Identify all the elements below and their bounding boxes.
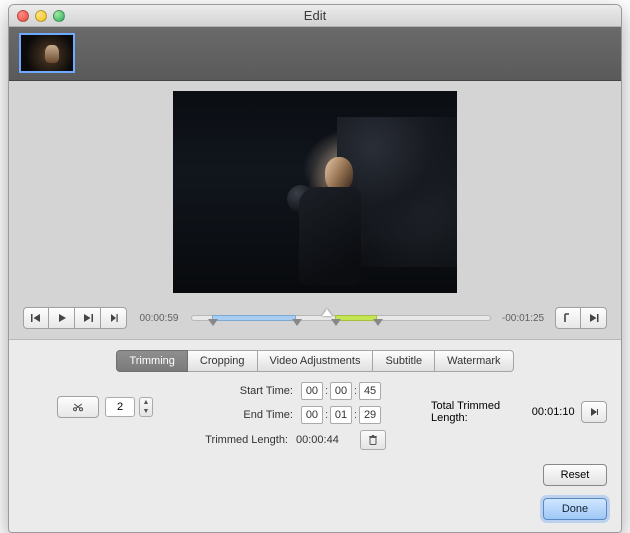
mark-buttons [555,307,607,329]
end-time-label: End Time: [203,409,293,421]
done-button[interactable]: Done [543,498,607,520]
end-time-input[interactable]: 00: 01: 29 [301,406,381,424]
trim-segment-1[interactable] [212,315,296,321]
cut-button[interactable] [57,396,99,418]
segment-controls: 2 ▲▼ [23,382,153,418]
play-button[interactable] [49,307,75,329]
segment-stepper[interactable]: 2 ▲▼ [105,397,153,417]
trim-handle[interactable] [293,310,303,326]
start-time-input[interactable]: 00: 00: 45 [301,382,381,400]
tabs: TrimmingCroppingVideo AdjustmentsSubtitl… [23,350,607,372]
close-icon[interactable] [17,10,29,22]
scene-figure [291,155,369,285]
time-fields: Start Time: 00: 00: 45 End Time: 00: 01:… [161,382,423,456]
step-button[interactable] [101,307,127,329]
mark-out-button[interactable] [581,307,607,329]
trimmed-length-value: 00:00:44 [296,434,352,446]
tab-subtitle[interactable]: Subtitle [373,350,435,372]
timeline[interactable] [191,310,491,326]
trimming-panel: 2 ▲▼ Start Time: 00: 00: 45 End Time: [23,382,607,456]
trimmed-length-label: Trimmed Length: [198,434,288,446]
next-button[interactable] [75,307,101,329]
prev-button[interactable] [23,307,49,329]
settings-panel: TrimmingCroppingVideo AdjustmentsSubtitl… [9,340,621,532]
total-trimmed: Total Trimmed Length: 00:01:10 [431,382,607,424]
window-title: Edit [9,8,621,23]
titlebar: Edit [9,5,621,27]
trim-handle[interactable] [374,310,384,326]
video-frame [173,91,457,293]
minimize-icon[interactable] [35,10,47,22]
video-preview[interactable] [173,91,457,293]
tab-watermark[interactable]: Watermark [435,350,513,372]
window-controls [17,10,65,22]
clip-thumbnail[interactable] [19,33,75,73]
stepper-arrows-icon[interactable]: ▲▼ [139,397,153,417]
current-time: 00:00:59 [133,313,185,324]
transport-row: 00:00:59 -00:01:25 [23,307,607,329]
total-trimmed-label: Total Trimmed Length: [431,400,526,424]
tab-video-adjustments[interactable]: Video Adjustments [258,350,374,372]
preview-wrap [23,91,607,301]
zoom-icon[interactable] [53,10,65,22]
total-trimmed-value: 00:01:10 [532,406,575,418]
mark-in-button[interactable] [555,307,581,329]
edit-window: Edit [8,4,622,533]
tab-trimming[interactable]: Trimming [116,350,187,372]
delete-segment-button[interactable] [360,430,386,450]
trim-handle[interactable] [332,310,342,326]
tab-cropping[interactable]: Cropping [188,350,258,372]
reset-button[interactable]: Reset [543,464,607,486]
segment-count: 2 [105,397,135,417]
clip-thumbstrip [9,27,621,81]
trim-handle[interactable] [209,310,219,326]
dialog-buttons: Reset [23,456,607,486]
preview-trim-button[interactable] [581,401,607,423]
start-time-label: Start Time: [203,385,293,397]
transport-buttons [23,307,127,329]
preview-area: 00:00:59 -00:01:25 [9,81,621,340]
remaining-time: -00:01:25 [497,313,549,324]
